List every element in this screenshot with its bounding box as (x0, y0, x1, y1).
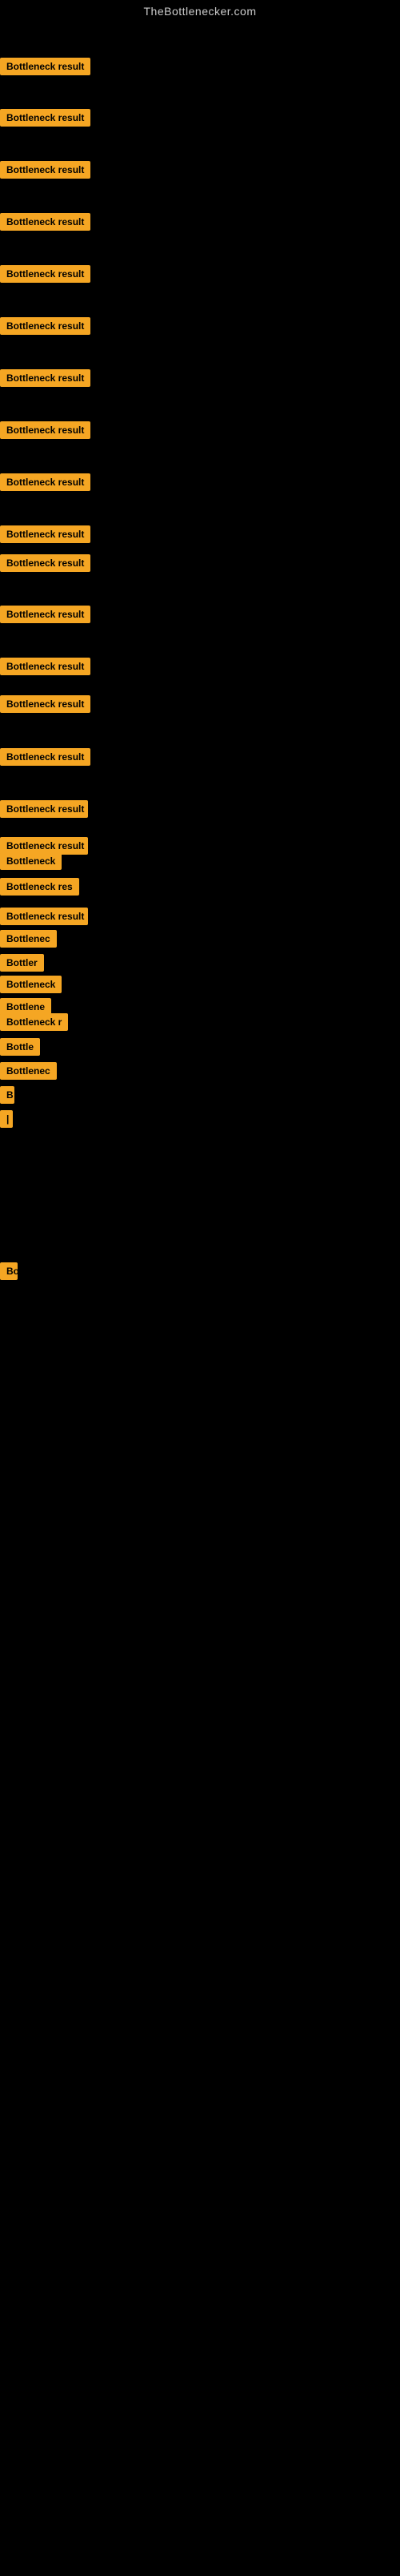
bottleneck-badge: Bottleneck result (0, 525, 90, 543)
bottleneck-result-item[interactable]: Bottleneck result (0, 695, 90, 717)
bottleneck-badge: Bottleneck (0, 976, 62, 993)
bottleneck-badge: Bottleneck result (0, 213, 90, 231)
bottleneck-badge: Bottleneck result (0, 421, 90, 439)
bottleneck-result-item[interactable]: Bottleneck result (0, 213, 90, 235)
bottleneck-result-item[interactable]: Bottleneck (0, 976, 62, 997)
bottleneck-result-item[interactable]: Bottleneck result (0, 658, 90, 679)
bottleneck-badge: Bottleneck result (0, 606, 90, 623)
bottleneck-result-item[interactable]: Bottleneck result (0, 525, 90, 547)
bottleneck-badge: Bottleneck result (0, 748, 90, 766)
bottleneck-badge: Bottleneck result (0, 161, 90, 179)
bottleneck-badge: Bottleneck result (0, 473, 90, 491)
bottleneck-result-item[interactable]: Bottleneck result (0, 473, 90, 495)
bottleneck-badge: Bottle (0, 1038, 40, 1056)
site-title: TheBottlenecker.com (0, 0, 400, 21)
bottleneck-result-item[interactable]: | (0, 1110, 13, 1132)
bottleneck-result-item[interactable]: Bottleneck result (0, 606, 90, 627)
bottleneck-result-item[interactable]: Bottleneck result (0, 908, 88, 929)
bottleneck-result-item[interactable]: Bottleneck result (0, 109, 90, 131)
bottleneck-badge: Bottlenec (0, 930, 57, 948)
bottleneck-badge: Bottleneck r (0, 1013, 68, 1031)
bottleneck-result-item[interactable]: Bottleneck result (0, 554, 90, 576)
bottleneck-badge: Bottleneck result (0, 658, 90, 675)
bottleneck-result-item[interactable]: B (0, 1086, 14, 1108)
bottleneck-badge: Bottleneck result (0, 109, 90, 127)
bottleneck-badge: | (0, 1110, 13, 1128)
bottleneck-result-item[interactable]: Bottleneck result (0, 265, 90, 287)
bottleneck-result-item[interactable]: Bottleneck res (0, 878, 79, 900)
bottleneck-result-item[interactable]: Bo (0, 1262, 18, 1284)
bottleneck-result-item[interactable]: Bottlenec (0, 930, 57, 952)
bottleneck-result-item[interactable]: Bottleneck result (0, 421, 90, 443)
bottleneck-badge: Bottler (0, 954, 44, 972)
bottleneck-result-item[interactable]: Bottleneck result (0, 317, 90, 339)
bottleneck-result-item[interactable]: Bottler (0, 954, 44, 976)
bottleneck-result-item[interactable]: Bottle (0, 1038, 40, 1060)
bottleneck-result-item[interactable]: Bottleneck result (0, 58, 90, 79)
bottleneck-badge: Bottleneck result (0, 695, 90, 713)
bottleneck-badge: Bottlenec (0, 1062, 57, 1080)
bottleneck-badge: Bottleneck result (0, 908, 88, 925)
bottleneck-badge: Bottleneck res (0, 878, 79, 896)
bottleneck-badge: Bottleneck (0, 852, 62, 870)
bottleneck-result-item[interactable]: Bottleneck result (0, 800, 88, 822)
bottleneck-badge: B (0, 1086, 14, 1104)
bottleneck-result-item[interactable]: Bottleneck result (0, 369, 90, 391)
bottleneck-badge: Bottleneck result (0, 369, 90, 387)
bottleneck-result-item[interactable]: Bottleneck (0, 852, 62, 874)
bottleneck-badge: Bottleneck result (0, 554, 90, 572)
bottleneck-result-item[interactable]: Bottleneck result (0, 748, 90, 770)
bottleneck-badge: Bottleneck result (0, 58, 90, 75)
bottleneck-result-item[interactable]: Bottleneck r (0, 1013, 68, 1035)
bottleneck-badge: Bottleneck result (0, 265, 90, 283)
bottleneck-badge: Bottleneck result (0, 317, 90, 335)
bottleneck-badge: Bottleneck result (0, 800, 88, 818)
bottleneck-result-item[interactable]: Bottleneck result (0, 161, 90, 183)
bottleneck-badge: Bo (0, 1262, 18, 1280)
bottleneck-result-item[interactable]: Bottlenec (0, 1062, 57, 1084)
